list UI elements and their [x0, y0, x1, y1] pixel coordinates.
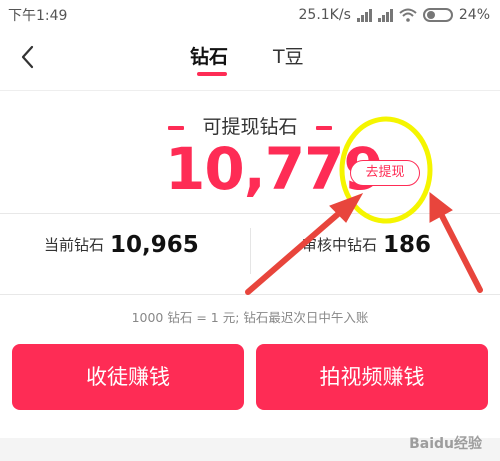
section-divider-top: [0, 213, 500, 214]
current-diamond-stat: 当前钻石 10,965: [44, 232, 199, 258]
status-bar: 下午1:49 25.1K/s 24%: [0, 0, 500, 30]
exchange-note: 1000 钻石 = 1 元; 钻石最迟次日中午入账: [131, 310, 369, 325]
toggle-icon: [422, 8, 453, 22]
arrow-right: [429, 191, 483, 293]
signal-icon-2: [377, 8, 393, 22]
battery-level: 24%: [458, 7, 490, 23]
review-diamond-value: 186: [383, 232, 432, 258]
dash-left: [168, 125, 185, 130]
review-diamond-label: 审核中钻石: [302, 236, 378, 254]
network-speed: 25.1K/s: [298, 7, 351, 23]
nav-divider: [0, 90, 500, 91]
current-diamond-value: 10,965: [110, 232, 199, 258]
dash-right: [315, 125, 332, 130]
stat-separator: [250, 228, 251, 274]
recruit-apprentice-button[interactable]: 收徒赚钱: [12, 344, 244, 410]
tab-diamond[interactable]: 钻石: [190, 42, 228, 69]
baidu-watermark: Baidu经验: [409, 436, 482, 452]
review-diamond-stat: 审核中钻石 186: [302, 232, 431, 258]
back-arrow-icon[interactable]: [14, 42, 44, 72]
tab-tdou[interactable]: T豆: [273, 42, 304, 69]
wifi-icon: [399, 8, 417, 22]
active-tab-indicator: [197, 72, 227, 76]
status-icons: 25.1K/s 24%: [299, 7, 491, 23]
signal-icon: [356, 8, 372, 22]
shoot-video-button[interactable]: 拍视频赚钱: [256, 344, 488, 410]
current-diamond-label: 当前钻石: [44, 236, 105, 254]
status-time: 下午1:49: [8, 8, 68, 24]
top-nav: 钻石 T豆: [0, 30, 500, 88]
section-divider-bottom: [0, 294, 500, 295]
withdraw-button[interactable]: 去提现: [350, 160, 420, 186]
